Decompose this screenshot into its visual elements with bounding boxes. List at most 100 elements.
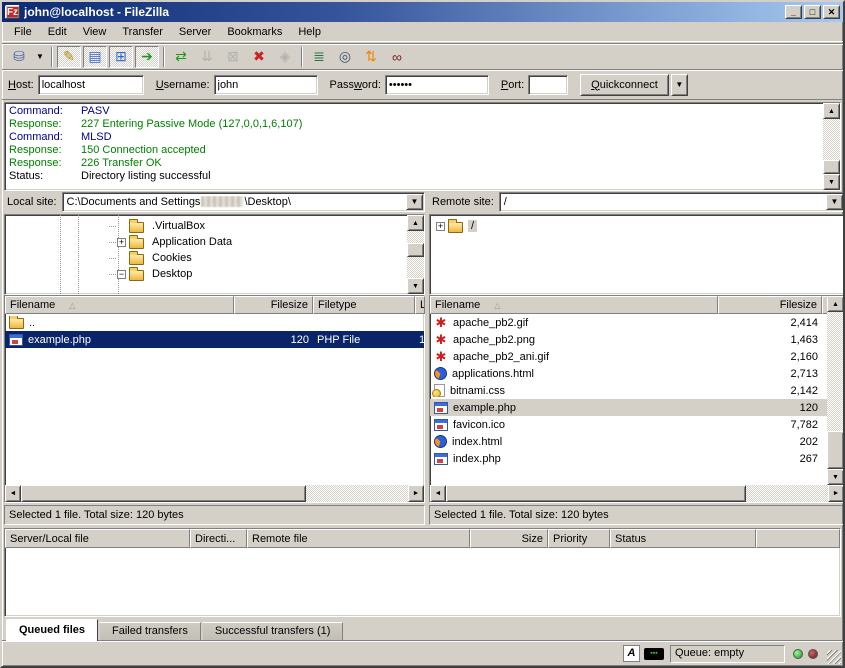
quickconnect-dropdown[interactable]: ▼: [671, 74, 688, 96]
remote-site-combo[interactable]: / ▼: [499, 192, 845, 212]
scroll-right-icon[interactable]: ►: [828, 485, 844, 502]
process-queue-button[interactable]: ⇊: [195, 46, 219, 68]
file-row[interactable]: index.php 267: [430, 450, 827, 467]
queue-size-indicator: Queue: empty: [670, 645, 785, 663]
tab-successful-transfers[interactable]: Successful transfers (1): [202, 622, 344, 641]
data-type-indicator-icon[interactable]: A: [623, 645, 640, 662]
speed-limit-indicator-icon[interactable]: ▪▪▪: [644, 648, 664, 660]
password-input[interactable]: [385, 75, 489, 95]
column-header-remote-file[interactable]: Remote file: [247, 529, 470, 548]
menu-help[interactable]: Help: [290, 24, 329, 40]
maximize-button[interactable]: □: [804, 5, 821, 19]
toggle-local-tree-button[interactable]: ▤: [83, 46, 107, 68]
tree-item-application-data[interactable]: + Application Data: [5, 234, 407, 250]
synchronized-browsing-button[interactable]: ⇅: [359, 46, 383, 68]
file-row[interactable]: index.html 202: [430, 433, 827, 450]
disconnect-button[interactable]: ✖: [247, 46, 271, 68]
scroll-up-icon[interactable]: ▲: [407, 215, 424, 231]
remote-site-dropdown-icon[interactable]: ▼: [826, 194, 843, 210]
tab-failed-transfers[interactable]: Failed transfers: [99, 622, 201, 641]
scroll-track[interactable]: [407, 257, 424, 278]
toggle-message-log-button[interactable]: ✎: [57, 46, 81, 68]
scroll-up-icon[interactable]: ▲: [827, 296, 844, 312]
menu-file[interactable]: File: [6, 24, 40, 40]
file-row-example-php[interactable]: example.php 120: [430, 399, 827, 416]
scroll-thumb[interactable]: [407, 243, 424, 257]
scroll-track[interactable]: [306, 485, 408, 502]
scroll-up-icon[interactable]: ▲: [823, 103, 840, 119]
scroll-thumb[interactable]: [823, 160, 840, 174]
file-row[interactable]: applications.html 2,713: [430, 365, 827, 382]
site-manager-dropdown[interactable]: ▼: [33, 46, 47, 68]
toggle-transfer-queue-button[interactable]: ➔: [135, 46, 159, 68]
column-header-server-local-file[interactable]: Server/Local file: [5, 529, 190, 548]
column-header-filetype[interactable]: Filetype: [313, 296, 415, 314]
tab-queued-files[interactable]: Queued files: [6, 619, 98, 641]
local-hscrollbar[interactable]: ◄ ►: [5, 485, 424, 502]
column-header-filesize[interactable]: Filesize: [718, 296, 822, 314]
column-header-size[interactable]: Size: [470, 529, 548, 548]
local-site-dropdown-icon[interactable]: ▼: [406, 194, 423, 210]
tree-item-root[interactable]: + /: [430, 218, 844, 234]
column-header-status[interactable]: Status: [610, 529, 756, 548]
minimize-button[interactable]: _: [785, 5, 802, 19]
local-tree-scrollbar[interactable]: ▲ ▼: [407, 215, 424, 294]
parent-directory-row[interactable]: ..: [5, 314, 424, 331]
file-row[interactable]: apache_pb2_ani.gif 2,160: [430, 348, 827, 365]
scroll-left-icon[interactable]: ◄: [430, 485, 446, 502]
scroll-down-icon[interactable]: ▼: [827, 469, 844, 485]
remote-vscrollbar[interactable]: ▲ ▼: [827, 296, 844, 485]
remote-hscrollbar[interactable]: ◄ ►: [430, 485, 844, 502]
refresh-button[interactable]: ⇄: [169, 46, 193, 68]
file-row[interactable]: apache_pb2.png 1,463: [430, 331, 827, 348]
scroll-thumb[interactable]: [827, 431, 844, 469]
scroll-left-icon[interactable]: ◄: [5, 485, 21, 502]
close-button[interactable]: ✕: [823, 5, 840, 19]
scroll-right-icon[interactable]: ►: [408, 485, 424, 502]
column-header-lastmodified[interactable]: L: [415, 296, 425, 314]
site-manager-button[interactable]: ⛁: [7, 46, 31, 68]
column-header-direction[interactable]: Directi...: [190, 529, 247, 548]
compare-directories-button[interactable]: ◎: [333, 46, 357, 68]
menu-edit[interactable]: Edit: [40, 24, 75, 40]
menu-bookmarks[interactable]: Bookmarks: [219, 24, 290, 40]
scroll-track[interactable]: [827, 312, 844, 431]
tree-item-cookies[interactable]: Cookies: [5, 250, 407, 266]
menu-view[interactable]: View: [75, 24, 115, 40]
log-scrollbar[interactable]: ▲ ▼: [823, 103, 840, 190]
column-header-priority[interactable]: Priority: [548, 529, 610, 548]
scroll-thumb[interactable]: [446, 485, 746, 502]
column-header-filename[interactable]: Filename△: [430, 296, 718, 314]
tree-item-virtualbox[interactable]: .VirtualBox: [5, 218, 407, 234]
collapse-icon[interactable]: −: [117, 270, 126, 279]
reconnect-button[interactable]: ◈: [273, 46, 297, 68]
scroll-thumb[interactable]: [21, 485, 306, 502]
scroll-down-icon[interactable]: ▼: [407, 278, 424, 294]
host-input[interactable]: [38, 75, 144, 95]
find-files-button[interactable]: ∞: [385, 46, 409, 68]
file-row[interactable]: favicon.ico 7,782: [430, 416, 827, 433]
menu-transfer[interactable]: Transfer: [114, 24, 171, 40]
scroll-track[interactable]: [407, 231, 424, 243]
column-header-filename[interactable]: Filename△: [5, 296, 234, 314]
file-row[interactable]: apache_pb2.gif 2,414: [430, 314, 827, 331]
toggle-remote-tree-button[interactable]: ⊞: [109, 46, 133, 68]
expand-icon[interactable]: +: [117, 238, 126, 247]
expand-icon[interactable]: +: [436, 222, 445, 231]
scroll-track[interactable]: [823, 119, 840, 160]
filter-button[interactable]: ≣: [307, 46, 331, 68]
log-line: Response:226 Transfer OK: [9, 157, 823, 170]
scroll-down-icon[interactable]: ▼: [823, 174, 840, 190]
file-row-example-php[interactable]: example.php 120 PHP File 1: [5, 331, 424, 348]
cancel-operation-button[interactable]: ⊠: [221, 46, 245, 68]
menu-server[interactable]: Server: [171, 24, 219, 40]
port-input[interactable]: [528, 75, 568, 95]
tree-item-desktop[interactable]: − Desktop: [5, 266, 407, 282]
file-row[interactable]: bitnami.css 2,142: [430, 382, 827, 399]
username-input[interactable]: [214, 75, 318, 95]
quickconnect-button[interactable]: Quickconnect: [580, 74, 669, 96]
column-header-filesize[interactable]: Filesize: [234, 296, 313, 314]
resize-grip[interactable]: [827, 650, 841, 664]
local-site-combo[interactable]: C:\Documents and Settings\Desktop\ ▼: [62, 192, 425, 212]
scroll-track[interactable]: [746, 485, 828, 502]
